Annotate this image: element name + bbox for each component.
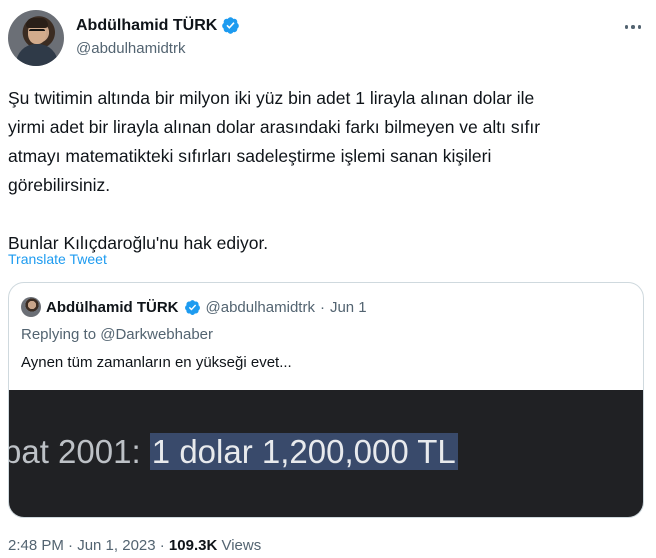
translate-tweet-link[interactable]: Translate Tweet	[8, 251, 107, 267]
quoted-tweet[interactable]: Abdülhamid TÜRK @abdulhamidtrk · Jun 1 R…	[8, 282, 644, 518]
quoted-tweet-text: Aynen tüm zamanların en yükseği evet...	[21, 354, 292, 371]
verified-badge-icon	[184, 299, 200, 315]
quoted-tweet-date: Jun 1	[329, 298, 367, 316]
tweet-meta: 2:48 PM · Jun 1, 2023 · 109.3K Views	[8, 537, 261, 554]
replying-to-prefix: Replying to	[21, 326, 101, 343]
views-label: Views	[217, 537, 262, 554]
quoted-author-avatar	[21, 297, 41, 317]
views-count: 109.3K	[168, 537, 218, 554]
more-horizontal-icon[interactable]	[618, 12, 648, 42]
quoted-tweet-media[interactable]: bat 2001: 1 dolar 1,200,000 TL	[8, 390, 643, 517]
replying-to-mention[interactable]: @Darkwebhaber	[100, 326, 213, 343]
media-text-prefix: bat 2001:	[8, 433, 150, 470]
quoted-author-name: Abdülhamid TÜRK	[46, 298, 179, 316]
replying-to: Replying to @Darkwebhaber	[21, 326, 213, 343]
author-avatar[interactable]	[8, 10, 64, 66]
verified-badge-icon	[222, 17, 240, 34]
separator-dot: ·	[319, 298, 325, 316]
media-text-highlight: 1 dolar 1,200,000 TL	[149, 433, 458, 470]
author-handle[interactable]: @abdulhamidtrk	[76, 40, 185, 57]
tweet-timestamp[interactable]: 2:48 PM · Jun 1, 2023 ·	[8, 537, 169, 554]
author-name-row[interactable]: Abdülhamid TÜRK	[76, 16, 240, 35]
tweet-text: Şu twitimin altında bir milyon iki yüz b…	[8, 88, 541, 253]
quoted-author-handle: @abdulhamidtrk	[205, 298, 315, 316]
tweet-header: Abdülhamid TÜRK @abdulhamidtrk	[8, 10, 648, 66]
quoted-tweet-header: Abdülhamid TÜRK @abdulhamidtrk · Jun 1	[21, 297, 367, 317]
media-text: bat 2001: 1 dolar 1,200,000 TL	[8, 433, 458, 471]
author-name[interactable]: Abdülhamid TÜRK	[76, 17, 217, 35]
